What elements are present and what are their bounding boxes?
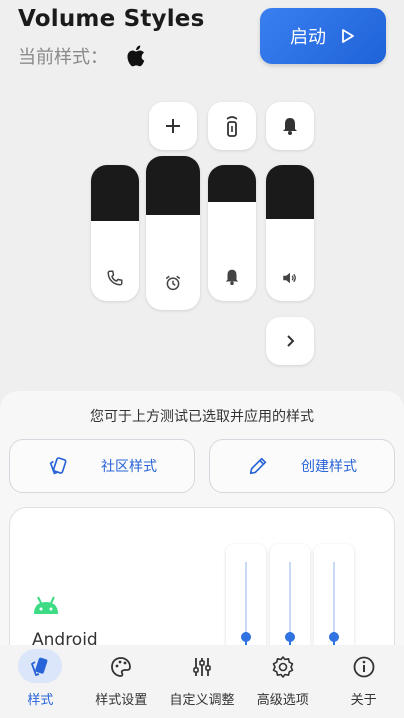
- notification-mode-button[interactable]: [266, 102, 314, 150]
- android-icon: [34, 596, 58, 614]
- phone-icon: [107, 270, 123, 286]
- info-icon: [353, 656, 374, 678]
- nav-label: 样式: [27, 693, 54, 708]
- media-volume-slider[interactable]: [266, 165, 314, 301]
- community-styles-label: 社区样式: [101, 459, 157, 475]
- bell-icon: [283, 118, 297, 135]
- bell-icon: [225, 269, 239, 286]
- slider-fill: [146, 156, 200, 215]
- alarm-icon: [165, 275, 181, 291]
- mini-knob: [329, 632, 339, 642]
- cards-icon: [49, 457, 67, 475]
- pencil-icon: [249, 457, 267, 475]
- apple-icon: [127, 45, 145, 67]
- settings-icon: [272, 656, 294, 678]
- nav-label: 样式设置: [95, 693, 148, 708]
- play-icon: [342, 29, 354, 43]
- mini-track-top: [289, 562, 291, 632]
- mini-knob: [285, 632, 295, 642]
- mini-track-top: [333, 562, 335, 632]
- nav-label: 自定义调整: [169, 693, 235, 708]
- nav-label: 关于: [350, 693, 377, 708]
- nav-item-styles[interactable]: 样式: [0, 645, 81, 718]
- palette-icon: [111, 657, 132, 677]
- expand-button[interactable]: [266, 317, 314, 365]
- chevron-right-icon: [287, 335, 295, 347]
- call-volume-slider[interactable]: [91, 165, 139, 301]
- tune-icon: [193, 658, 211, 676]
- test-hint: 您可于上方测试已选取并应用的样式: [90, 409, 314, 425]
- mini-track-top: [245, 562, 247, 632]
- remote-icon: [226, 116, 238, 137]
- alarm-volume-slider[interactable]: [146, 156, 200, 310]
- bottom-nav: 样式 样式设置 自定义调整 高级选项 关于: [0, 645, 404, 718]
- nav-label: 高级选项: [256, 693, 309, 708]
- nav-item-style-settings[interactable]: 样式设置: [81, 645, 162, 718]
- nav-item-advanced[interactable]: 高级选项: [242, 645, 323, 718]
- notification-volume-slider[interactable]: [208, 165, 256, 301]
- create-style-button[interactable]: 创建样式: [209, 439, 395, 493]
- style-icon: [31, 657, 48, 677]
- ringer-mode-button[interactable]: [208, 102, 256, 150]
- nav-item-custom-adjust[interactable]: 自定义调整: [162, 645, 243, 718]
- speaker-icon: [283, 272, 296, 284]
- community-styles-button[interactable]: 社区样式: [9, 439, 195, 493]
- slider-fill: [91, 165, 139, 221]
- current-style-label: 当前样式：: [18, 47, 108, 68]
- plus-icon: [166, 119, 180, 133]
- nav-item-about[interactable]: 关于: [323, 645, 404, 718]
- create-style-label: 创建样式: [301, 459, 357, 475]
- add-button[interactable]: [149, 102, 197, 150]
- mini-knob: [241, 632, 251, 642]
- slider-fill: [266, 165, 314, 220]
- start-label: 启动: [290, 27, 326, 48]
- slider-fill: [208, 165, 256, 202]
- start-button[interactable]: 启动: [260, 8, 386, 64]
- app-title: Volume Styles: [18, 6, 205, 32]
- current-style-row: 当前样式：: [18, 43, 150, 69]
